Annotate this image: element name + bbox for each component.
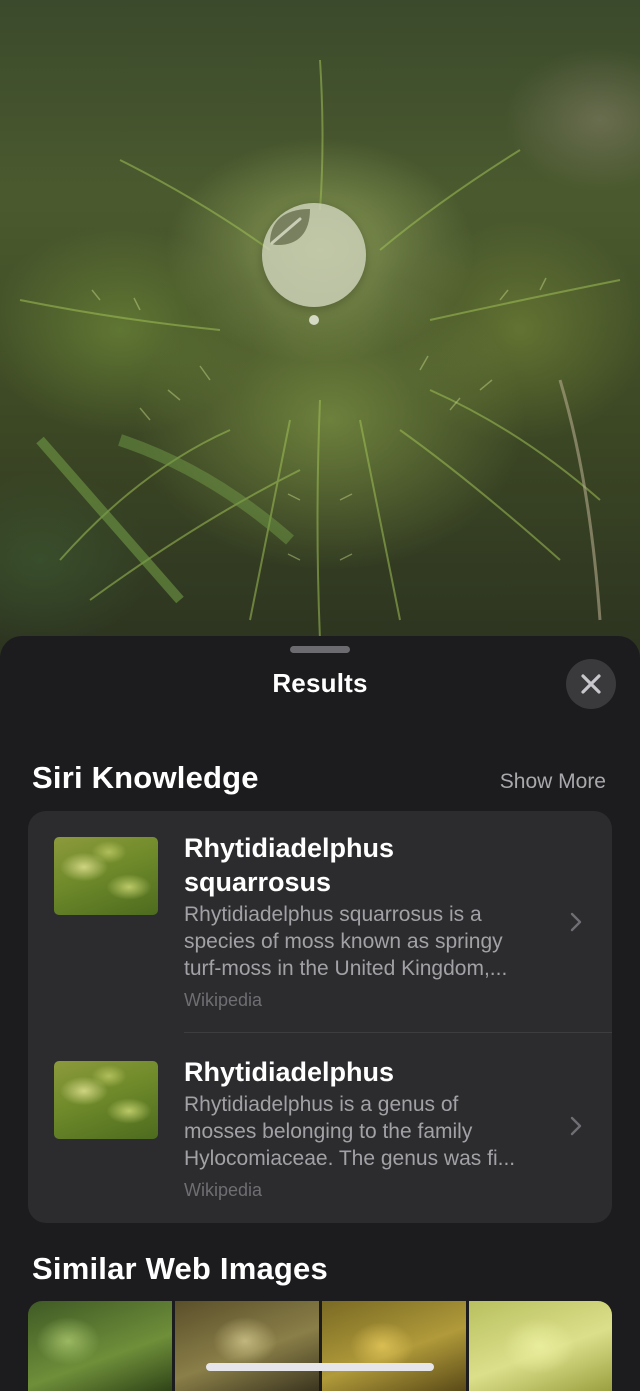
similar-image[interactable] <box>175 1301 319 1391</box>
similar-image[interactable] <box>28 1301 172 1391</box>
knowledge-result-row[interactable]: Rhytidiadelphus squarrosus Rhytidiadelph… <box>28 811 612 1033</box>
visual-lookup-button[interactable] <box>262 203 366 307</box>
similar-image[interactable] <box>322 1301 466 1391</box>
close-icon <box>581 674 601 694</box>
result-description: Rhytidiadelphus is a genus of <box>184 1093 459 1116</box>
siri-knowledge-card: Rhytidiadelphus squarrosus Rhytidiadelph… <box>28 811 612 1223</box>
result-thumbnail <box>54 1061 158 1139</box>
moss-photo <box>0 0 640 660</box>
home-indicator[interactable] <box>206 1363 434 1371</box>
result-description: turf-moss in the United Kingdom,... <box>184 957 508 980</box>
chevron-right-icon <box>570 1116 582 1136</box>
result-description: species of moss known as springy <box>184 930 503 953</box>
result-title: Rhytidiadelphus <box>184 1057 395 1087</box>
close-button[interactable] <box>566 659 616 709</box>
knowledge-result-row[interactable]: Rhytidiadelphus Rhytidiadelphus is a gen… <box>28 1033 612 1223</box>
leaf-icon <box>270 209 310 245</box>
similar-image[interactable] <box>469 1301 612 1391</box>
result-description: mosses belonging to the family <box>184 1120 473 1143</box>
result-description: Rhytidiadelphus squarrosus is a <box>184 903 482 926</box>
chevron-right-icon <box>570 912 582 932</box>
sheet-grabber[interactable] <box>290 646 350 653</box>
result-source: Wikipedia <box>184 1180 263 1200</box>
similar-web-images-heading: Similar Web Images <box>32 1251 328 1286</box>
lookup-pin-dot <box>309 315 319 325</box>
moss-photo-texture <box>19 59 621 641</box>
results-sheet: Results Siri Knowledge Show More Rhytidi… <box>0 636 640 1391</box>
result-title-continued: squarrosus <box>184 867 332 897</box>
sheet-title: Results <box>272 668 368 698</box>
similar-images-strip <box>28 1301 612 1391</box>
result-description: Hylocomiaceae. The genus was fi... <box>184 1147 516 1170</box>
siri-knowledge-heading: Siri Knowledge <box>32 760 259 795</box>
show-more-link[interactable]: Show More <box>500 770 606 794</box>
result-title: Rhytidiadelphus <box>184 833 395 863</box>
result-source: Wikipedia <box>184 990 263 1010</box>
result-thumbnail <box>54 837 158 915</box>
